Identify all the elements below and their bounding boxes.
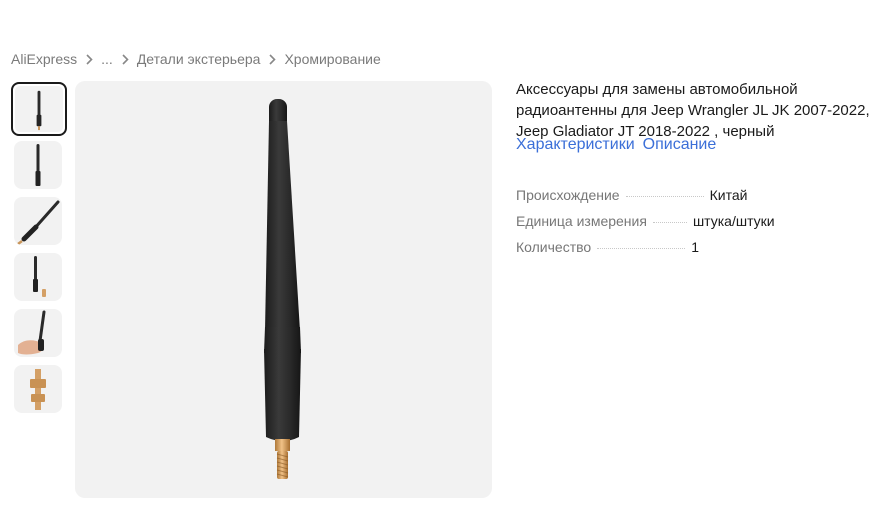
breadcrumb-aliexpress[interactable]: AliExpress	[11, 51, 77, 67]
thumbnail-4[interactable]	[14, 253, 62, 301]
specs-table: Происхождение Китай Единица измерения шт…	[516, 187, 816, 265]
breadcrumb-ellipsis[interactable]: ...	[101, 51, 113, 67]
spec-row-unit: Единица измерения штука/штуки	[516, 213, 816, 239]
spec-key: Количество	[516, 239, 592, 255]
thumbnail-6[interactable]	[14, 365, 62, 413]
breadcrumb-chrome[interactable]: Хромирование	[284, 51, 380, 67]
spec-row-origin: Происхождение Китай	[516, 187, 816, 213]
breadcrumb-exterior-parts[interactable]: Детали экстерьера	[137, 51, 261, 67]
chevron-right-icon	[113, 51, 137, 67]
spec-key: Происхождение	[516, 187, 620, 203]
antenna-image	[264, 99, 301, 479]
spec-divider	[652, 222, 687, 223]
antenna-in-hand-image	[18, 310, 46, 355]
breadcrumb: AliExpress ... Детали экстерьера Хромиро…	[11, 51, 381, 67]
main-product-image[interactable]	[75, 81, 492, 498]
thumbnail-5[interactable]	[14, 309, 62, 357]
tab-description[interactable]: Описание	[643, 136, 717, 154]
antenna-image	[35, 144, 41, 186]
chevron-right-icon	[77, 51, 101, 67]
brass-adapter-image	[30, 369, 46, 410]
product-title: Аксессуары для замены автомобильной ради…	[516, 81, 870, 140]
chevron-right-icon	[260, 51, 284, 67]
spec-value: Китай	[709, 187, 748, 203]
spec-key: Единица измерения	[516, 213, 647, 229]
thumbnail-3[interactable]	[14, 197, 62, 245]
spec-value: штука/штуки	[692, 213, 775, 229]
antenna-image	[36, 90, 42, 131]
spec-divider	[625, 196, 704, 197]
spec-value: 1	[691, 239, 699, 255]
thumbnail-2[interactable]	[14, 141, 62, 189]
antenna-image	[17, 200, 60, 245]
antenna-image	[33, 256, 46, 297]
thumbnail-1[interactable]	[11, 82, 67, 136]
product-tabs: Характеристики Описание	[516, 136, 716, 154]
tab-characteristics[interactable]: Характеристики	[516, 136, 635, 154]
spec-row-quantity: Количество 1	[516, 239, 816, 265]
spec-divider	[597, 248, 686, 249]
